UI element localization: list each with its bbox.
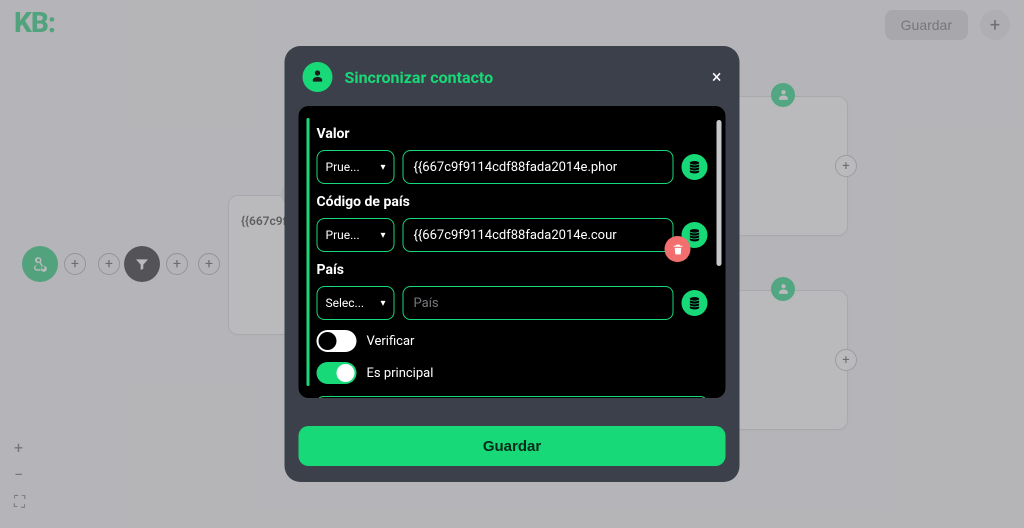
verificar-label: Verificar	[367, 334, 415, 349]
modal-save-button[interactable]: Guardar	[299, 426, 726, 466]
verificar-toggle[interactable]	[317, 330, 357, 352]
close-icon[interactable]: ×	[712, 67, 722, 88]
valor-select[interactable]: Prue... ▾	[317, 150, 395, 184]
valor-label: Valor	[317, 126, 708, 142]
codigo-label: Código de país	[317, 194, 708, 210]
database-icon[interactable]	[682, 290, 708, 316]
pais-label: País	[317, 262, 708, 278]
principal-toggle[interactable]	[317, 362, 357, 384]
sync-contact-modal: Sincronizar contacto × Valor Prue... ▾ {…	[285, 46, 740, 482]
modal-title: Sincronizar contacto	[345, 68, 700, 87]
scrollbar[interactable]	[717, 120, 722, 266]
principal-label: Es principal	[367, 366, 434, 381]
pais-input[interactable]: País	[403, 286, 674, 320]
delete-row-button[interactable]	[665, 236, 691, 262]
modal-header: Sincronizar contacto ×	[285, 46, 740, 106]
chevron-down-icon: ▾	[380, 298, 385, 309]
database-icon[interactable]	[682, 154, 708, 180]
chevron-down-icon: ▾	[380, 162, 385, 173]
modal-body: Valor Prue... ▾ {{667c9f9114cdf88fada201…	[299, 106, 726, 398]
pais-select[interactable]: Selec... ▾	[317, 286, 395, 320]
valor-input[interactable]: {{667c9f9114cdf88fada2014e.phor	[403, 150, 674, 184]
codigo-input[interactable]: {{667c9f9114cdf88fada2014e.cour	[403, 218, 674, 252]
add-row-button[interactable]: +	[317, 396, 708, 398]
contact-icon	[303, 62, 333, 92]
pais-select-text: Selec...	[326, 296, 365, 310]
codigo-select-text: Prue...	[326, 228, 360, 242]
codigo-select[interactable]: Prue... ▾	[317, 218, 395, 252]
chevron-down-icon: ▾	[380, 230, 385, 241]
valor-select-text: Prue...	[326, 160, 360, 174]
